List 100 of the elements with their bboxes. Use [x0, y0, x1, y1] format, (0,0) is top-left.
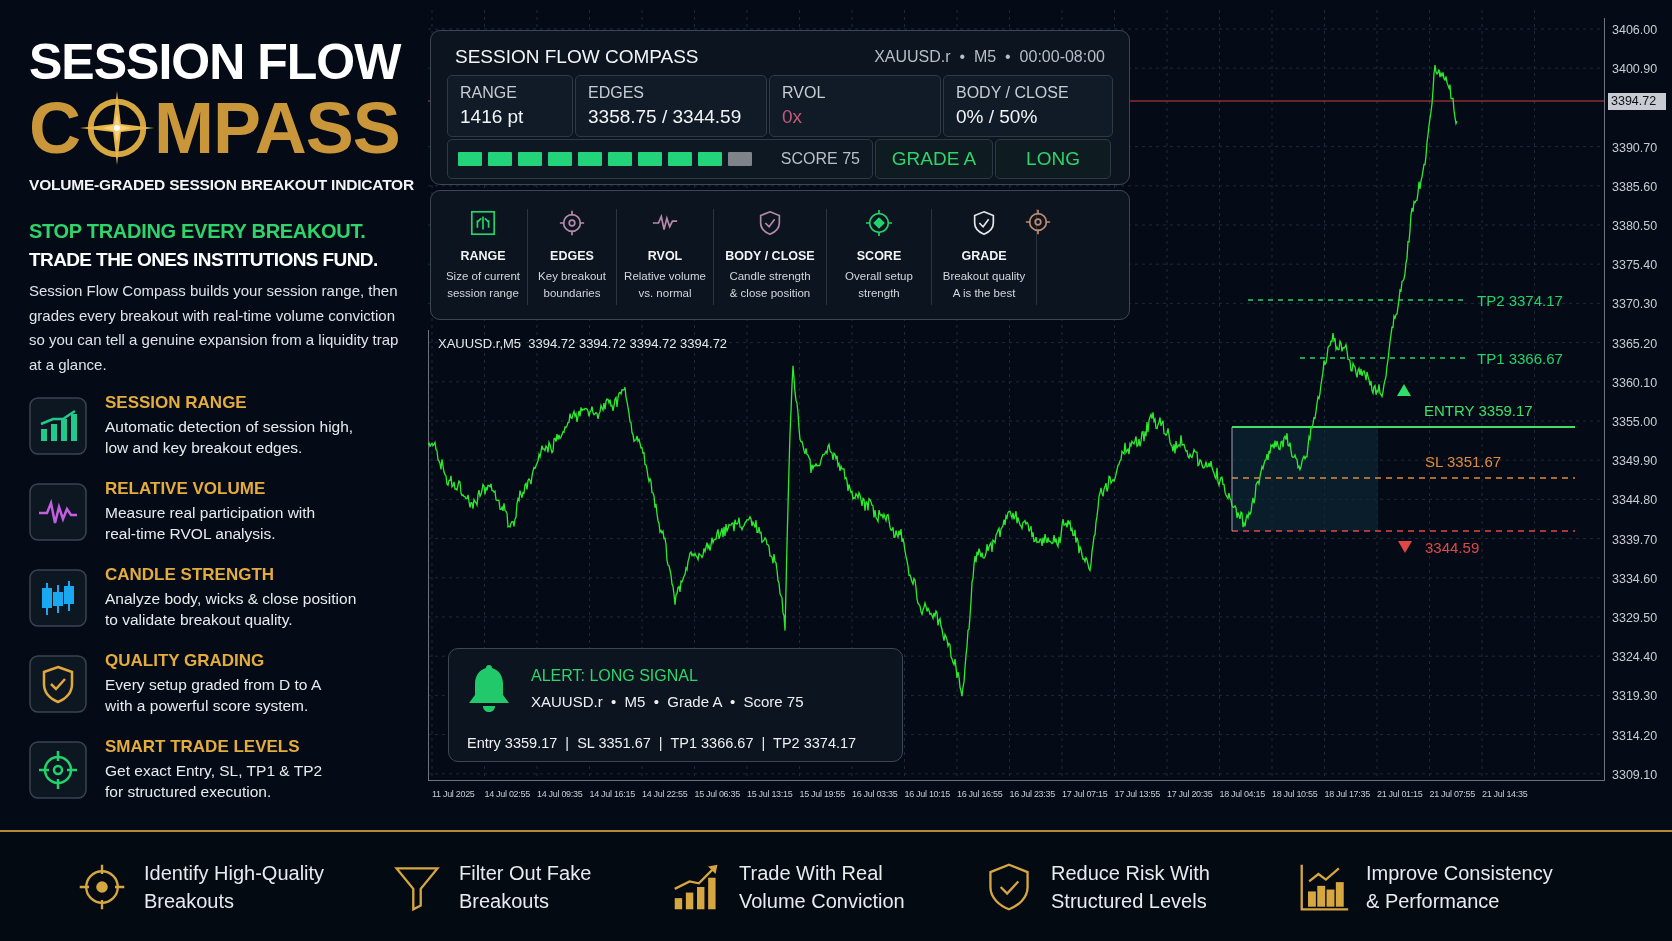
target-icon	[1024, 208, 1052, 236]
price-tick: 3314.20	[1612, 728, 1658, 743]
price-tick: 3365.20	[1612, 336, 1658, 351]
stat-label: RVOL	[782, 84, 827, 102]
legend-description: Size of current session range	[445, 269, 521, 301]
stat-label: BODY / CLOSE	[956, 84, 1070, 102]
legend-title: BODY / CLOSE	[725, 249, 815, 263]
feature-description: Every setup graded from D to A with a powerful score system.	[105, 675, 322, 716]
stat-label: RANGE	[460, 84, 518, 102]
headline: TRADE THE ONES INSTITUTIONS FUND.	[29, 249, 379, 271]
stat-value: 3358.75 / 3344.59	[588, 106, 743, 128]
stat-value: 0% / 50%	[956, 106, 1039, 128]
legend-description: Breakout quality A is the best	[942, 269, 1026, 301]
bar-chart-icon	[29, 397, 87, 455]
time-tick: 18 Jul 17:35	[1324, 789, 1370, 799]
time-tick: 15 Jul 13:15	[747, 789, 793, 799]
legend-title: EDGES	[550, 249, 594, 263]
price-tick: 3344.80	[1612, 493, 1658, 508]
feature-title: QUALITY GRADING	[105, 651, 266, 671]
legend-description: Relative volume vs. normal	[624, 269, 706, 301]
price-tick: 3324.40	[1612, 650, 1658, 665]
description: Session Flow Compass builds your session range, then grades every breakout with real-time volume conviction so you can tell a genuine expansion from a liquidity trap at a glance.	[29, 281, 400, 375]
level-label: TP2 3374.17	[1477, 292, 1563, 309]
feature-description: Get exact Entry, SL, TP1 & TP2 for structured execution.	[105, 761, 323, 802]
time-tick: 16 Jul 03:35	[852, 789, 898, 799]
benefit-text: Reduce Risk With Structured Levels	[1051, 860, 1210, 914]
current-price-tag: 3394.72	[1608, 93, 1666, 110]
time-tick: 18 Jul 10:55	[1272, 789, 1318, 799]
level-label: SL 3351.67	[1425, 453, 1502, 470]
direction-badge: LONG	[995, 139, 1111, 179]
time-tick: 16 Jul 16:55	[957, 789, 1003, 799]
time-tick: 15 Jul 06:35	[694, 789, 740, 799]
time-tick: 21 Jul 14:35	[1482, 789, 1528, 799]
target-icon	[29, 741, 87, 799]
headline: STOP TRADING EVERY BREAKOUT.	[29, 220, 367, 243]
feature-description: Analyze body, wicks & close position to validate breakout quality.	[105, 589, 357, 630]
time-tick: 18 Jul 04:15	[1219, 789, 1265, 799]
time-tick: 16 Jul 23:35	[1009, 789, 1055, 799]
price-tick: 3329.50	[1612, 611, 1658, 625]
price-tick: 3406.00	[1612, 23, 1658, 37]
up-triangle-icon	[1397, 384, 1411, 396]
alert-details: XAUUSD.r • M5 • Grade A • Score 75	[531, 693, 805, 710]
time-tick: 21 Jul 01:15	[1377, 789, 1423, 799]
feature-title: SMART TRADE LEVELS	[105, 737, 301, 757]
price-tick: 3375.40	[1612, 258, 1658, 273]
stat-label: EDGES	[588, 84, 645, 102]
bell-icon	[467, 663, 511, 713]
time-tick: 21 Jul 07:55	[1429, 789, 1475, 799]
level-label: 3344.59	[1425, 539, 1480, 556]
legend-title: RVOL	[647, 249, 683, 263]
price-tick: 3309.10	[1612, 767, 1658, 782]
alert-title: ALERT: LONG SIGNAL	[531, 667, 699, 685]
time-tick: 11 Jul 2025	[432, 789, 475, 799]
time-tick: 14 Jul 09:35	[537, 789, 583, 799]
score-label: SCORE 75	[780, 150, 860, 168]
benefit-text: Trade With Real Volume Conviction	[739, 860, 905, 914]
pulse-icon	[29, 483, 87, 541]
down-triangle-icon	[1398, 541, 1412, 553]
benefit-text: Improve Consistency & Performance	[1366, 860, 1553, 914]
chart-caption: XAUUSD.r,M5 3394.72 3394.72 3394.72 3394.72	[438, 336, 728, 351]
price-tick: 3355.00	[1612, 415, 1658, 429]
benefit-text: Filter Out Fake Breakouts	[459, 860, 592, 914]
price-tick: 3339.70	[1612, 532, 1658, 547]
range-icon	[469, 209, 497, 237]
level-label: ENTRY 3359.17	[1424, 402, 1533, 419]
time-tick: 14 Jul 02:55	[484, 789, 530, 799]
logo-title: SESSION FLOW	[29, 34, 403, 90]
feature-description: Automatic detection of session high, low and key breakout edges.	[105, 417, 354, 458]
legend-description: Candle strength & close position	[729, 269, 811, 301]
time-tick: 17 Jul 13:55	[1114, 789, 1160, 799]
price-tick: 3360.10	[1612, 375, 1658, 390]
price-tick: 3400.90	[1612, 62, 1658, 77]
stat-value: 1416 pt	[460, 106, 525, 128]
feature-title: SESSION RANGE	[105, 393, 248, 413]
price-tick: 3370.30	[1612, 297, 1658, 312]
target-icon	[558, 209, 586, 237]
symbol-info: XAUUSD.r • M5 • 00:00-08:00	[874, 48, 1105, 66]
level-label: TP1 3366.67	[1477, 350, 1563, 367]
time-tick: 16 Jul 10:15	[904, 789, 950, 799]
time-tick: 14 Jul 22:55	[642, 789, 688, 799]
feature-title: CANDLE STRENGTH	[105, 565, 276, 585]
legend-description: Overall setup strength	[845, 269, 913, 301]
logo-title: C	[29, 90, 80, 166]
legend-description: Key breakout boundaries	[538, 269, 606, 301]
logo-title: MPASS	[154, 90, 400, 166]
benefit-text: Identify High-Quality Breakouts	[144, 860, 325, 914]
tagline: VOLUME-GRADED SESSION BREAKOUT INDICATOR	[29, 176, 414, 194]
time-tick: 14 Jul 16:15	[589, 789, 635, 799]
stat-value: 0x	[782, 106, 804, 128]
grade-badge: GRADE A	[875, 139, 993, 179]
time-tick: 15 Jul 19:55	[799, 789, 845, 799]
legend-title: GRADE	[961, 249, 1007, 263]
price-tick: 3380.50	[1612, 219, 1658, 233]
target-icon	[865, 209, 893, 237]
feature-title: RELATIVE VOLUME	[105, 479, 267, 499]
price-tick: 3319.30	[1612, 689, 1658, 704]
feature-description: Measure real participation with real-time RVOL analysis.	[105, 503, 316, 544]
price-tick: 3390.70	[1612, 140, 1658, 155]
time-tick: 17 Jul 20:35	[1167, 789, 1213, 799]
price-tick: 3385.60	[1612, 179, 1658, 194]
